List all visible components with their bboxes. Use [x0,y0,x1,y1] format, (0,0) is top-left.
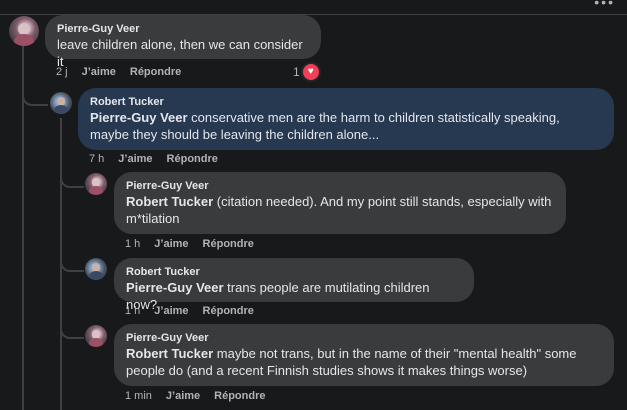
reply-button[interactable]: Répondre [130,66,181,78]
avatar[interactable] [50,92,72,114]
comment-actions: 2 j J’aime Répondre [56,66,181,78]
comment-time[interactable]: 7 h [89,153,104,165]
comment-time[interactable]: 1 h [125,305,140,317]
thread-connector [22,84,48,106]
comment-author[interactable]: Robert Tucker [90,95,602,109]
comment-time[interactable]: 1 h [125,238,140,250]
avatar[interactable] [85,173,107,195]
comment-actions: 1 h J’aime Répondre [125,305,254,317]
more-options-icon[interactable]: ••• [594,0,615,10]
comment-time[interactable]: 1 min [125,390,152,402]
like-button[interactable]: J’aime [154,238,188,250]
comment-bubble: Robert Tucker Pierre-Guy Veer trans peop… [114,258,474,312]
comment-actions: 1 min J’aime Répondre [125,390,266,402]
reply-button[interactable]: Répondre [203,305,254,317]
comment-author[interactable]: Pierre-Guy Veer [57,22,309,36]
mention-link[interactable]: Pierre-Guy Veer [90,110,188,125]
comment-bubble: Robert Tucker Pierre-Guy Veer conservati… [78,88,614,150]
thread-connector [60,319,84,339]
heart-icon: ♥ [302,64,319,80]
avatar[interactable] [85,258,107,280]
like-button[interactable]: J’aime [82,66,116,78]
reply-button[interactable]: Répondre [203,238,254,250]
reply-button[interactable]: Répondre [167,153,218,165]
thread-connector [60,252,84,272]
comment-actions: 1 h J’aime Répondre [125,238,254,250]
comment-author[interactable]: Pierre-Guy Veer [126,179,554,193]
comment-bubble: Pierre-Guy Veer Robert Tucker maybe not … [114,324,614,386]
comment-text: Robert Tucker (citation needed). And my … [126,194,552,226]
comment-text: Robert Tucker maybe not trans, but in th… [126,346,577,378]
like-button[interactable]: J’aime [154,305,188,317]
comment-bubble: Pierre-Guy Veer leave children alone, th… [45,15,321,69]
comment-time[interactable]: 2 j [56,66,68,78]
avatar[interactable] [85,325,107,347]
like-button[interactable]: J’aime [166,390,200,402]
mention-link[interactable]: Pierre-Guy Veer [126,280,224,295]
comment-bubble: Pierre-Guy Veer Robert Tucker (citation … [114,172,566,234]
comment-actions: 7 h J’aime Répondre [89,153,218,165]
avatar[interactable] [9,16,39,46]
comment-text: leave children alone, then we can consid… [57,37,303,69]
comment-author[interactable]: Pierre-Guy Veer [126,331,602,345]
like-button[interactable]: J’aime [118,153,152,165]
comment-text: Pierre-Guy Veer conservative men are the… [90,110,560,142]
thread-connector [60,168,84,188]
comment-author[interactable]: Robert Tucker [126,265,462,279]
mention-link[interactable]: Robert Tucker [126,194,213,209]
reply-button[interactable]: Répondre [214,390,265,402]
reaction-count[interactable]: 1 ♥ [293,64,319,80]
mention-link[interactable]: Robert Tucker [126,346,213,361]
